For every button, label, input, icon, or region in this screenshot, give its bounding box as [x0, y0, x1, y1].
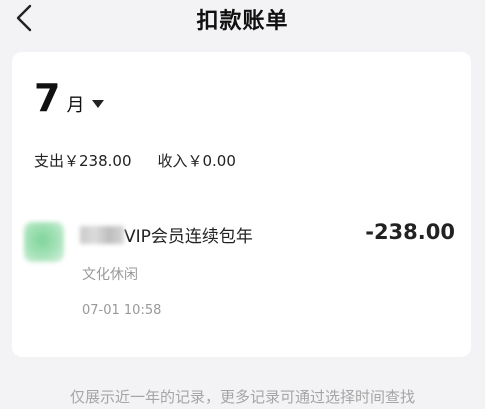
transaction-time: 07-01 10:58: [82, 303, 162, 318]
transaction-title: VIP会员连续包年: [124, 227, 253, 247]
transaction-amount: -238.00: [365, 220, 455, 244]
header-bar: 扣款账单: [0, 0, 485, 44]
month-suffix: 月: [66, 95, 85, 116]
caret-down-icon: [92, 100, 105, 108]
transaction-category: 文化休闲: [82, 267, 138, 283]
month-summary: 支出￥238.00 收入￥0.00: [34, 150, 236, 171]
transaction-row[interactable]: VIP会员连续包年 -238.00 文化休闲 07-01 10:58: [12, 208, 471, 328]
transaction-title-wrap: VIP会员连续包年: [80, 222, 253, 247]
redacted-text: [80, 225, 124, 244]
bill-card: 7 月 支出￥238.00 收入￥0.00 VIP会员连续包年 -238.00 …: [12, 52, 471, 357]
month-selector[interactable]: 7 月: [34, 76, 105, 120]
app-icon: [24, 222, 64, 262]
page-title: 扣款账单: [196, 9, 289, 34]
month-number: 7: [34, 76, 61, 120]
income-total: 收入￥0.00: [157, 152, 236, 170]
footer-note: 仅展示近一年的记录，更多记录可通过选择时间查找: [69, 388, 415, 406]
expense-total: 支出￥238.00: [34, 152, 132, 170]
